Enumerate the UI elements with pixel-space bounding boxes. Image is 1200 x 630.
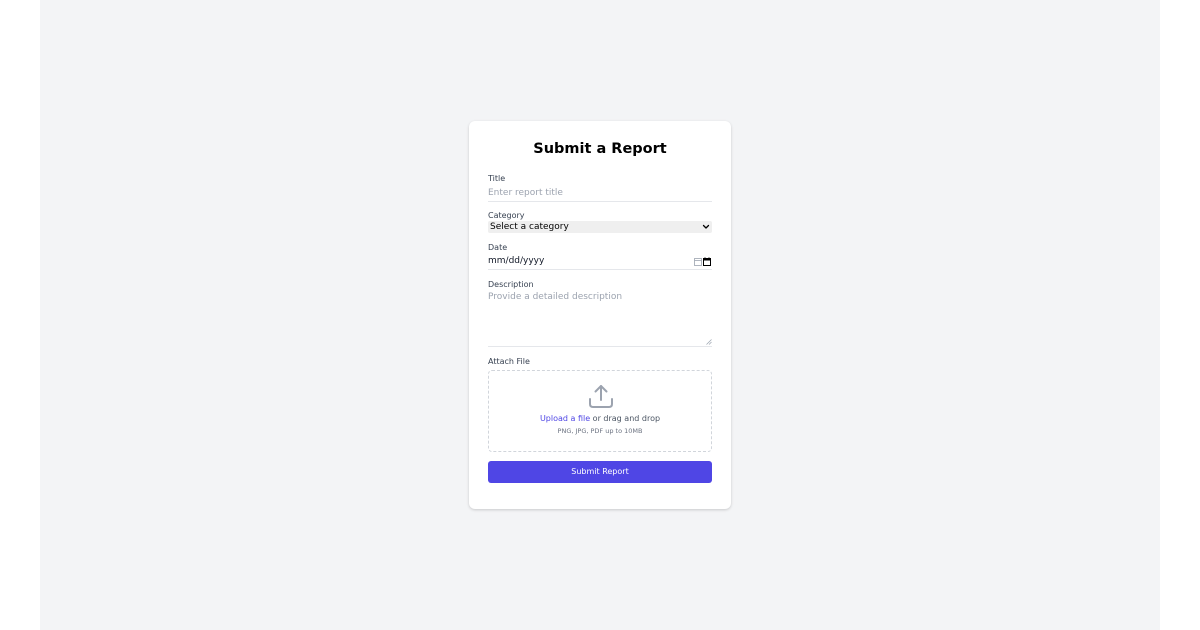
chevron-down-icon — [702, 224, 710, 229]
category-select[interactable]: Select a category — [488, 221, 712, 233]
title-input[interactable] — [488, 184, 712, 202]
category-label: Category — [488, 211, 525, 220]
date-label: Date — [488, 243, 508, 252]
attach-file-label: Attach File — [488, 357, 530, 366]
description-textarea[interactable]: Provide a detailed description — [488, 292, 712, 347]
drag-drop-text: or drag and drop — [590, 414, 661, 423]
upload-instructions: Upload a file or drag and drop — [489, 414, 711, 424]
description-placeholder: Provide a detailed description — [488, 292, 623, 302]
submit-report-button[interactable]: Submit Report — [488, 461, 712, 483]
clear-date-icon[interactable] — [694, 257, 702, 266]
date-value: mm/dd/yyyy — [488, 256, 545, 266]
report-form-card: Submit a Report Title Category Select a … — [469, 121, 731, 509]
category-selected-value: Select a category — [490, 222, 569, 232]
file-dropzone[interactable]: Upload a file or drag and drop PNG, JPG,… — [488, 370, 712, 452]
description-label: Description — [488, 280, 534, 289]
form-title: Submit a Report — [533, 141, 667, 157]
upload-icon — [589, 385, 613, 408]
upload-file-link[interactable]: Upload a file — [540, 414, 590, 423]
calendar-icon[interactable] — [703, 257, 711, 266]
title-label: Title — [488, 174, 506, 183]
resize-grip-icon[interactable] — [706, 339, 712, 345]
file-type-hint: PNG, JPG, PDF up to 10MB — [557, 427, 643, 435]
page-background: Submit a Report Title Category Select a … — [40, 0, 1160, 630]
date-input[interactable]: mm/dd/yyyy — [488, 253, 712, 270]
